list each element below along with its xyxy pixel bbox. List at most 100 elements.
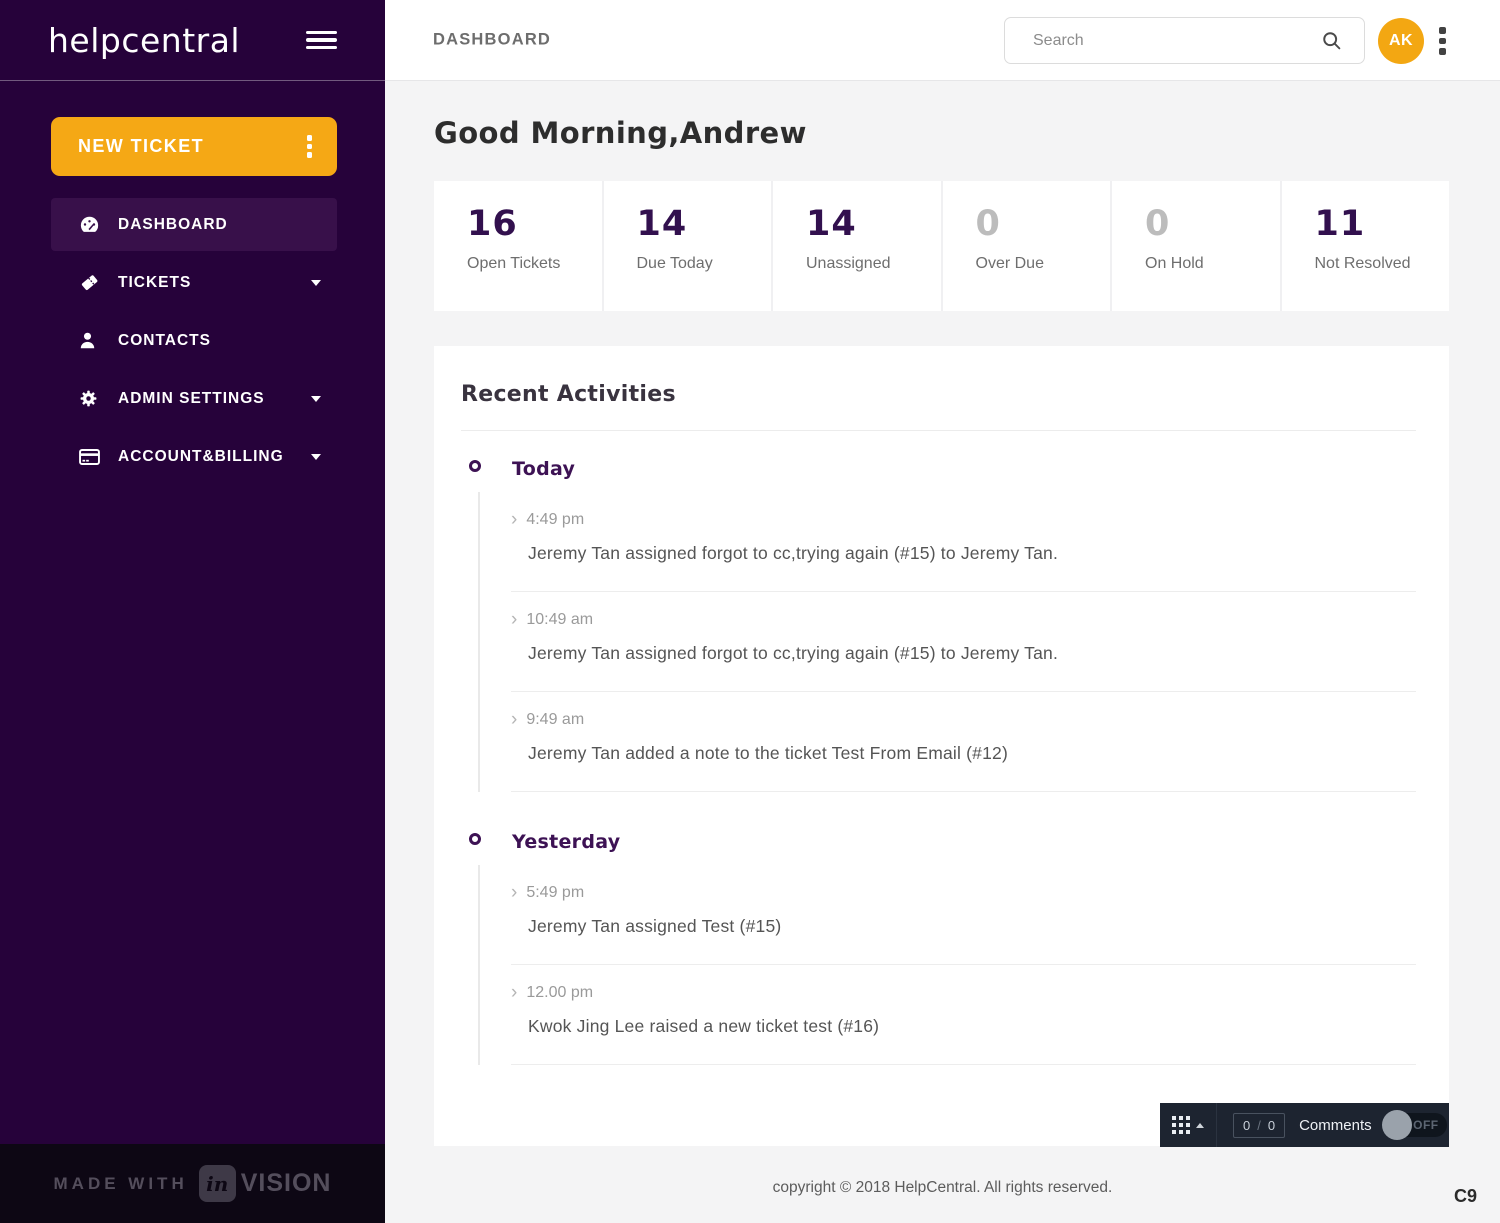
activity-time-row[interactable]: › 12.00 pm	[511, 983, 1416, 1002]
activity-item: › 10:49 am Jeremy Tan assigned forgot to…	[511, 592, 1416, 692]
sidebar-item-dashboard[interactable]: DASHBOARD	[51, 198, 337, 251]
sidebar: helpcentral NEW TICKET DASHBOARD	[0, 0, 385, 1144]
activity-item: › 5:49 pm Jeremy Tan assigned Test (#15)	[511, 865, 1416, 965]
chevron-right-icon: ›	[511, 710, 517, 729]
activity-text: Jeremy Tan assigned forgot to cc,trying …	[511, 643, 1416, 664]
person-icon	[79, 331, 103, 350]
stat-value: 0	[976, 207, 1111, 242]
activity-time: 4:49 pm	[526, 511, 584, 529]
sidebar-header: helpcentral	[0, 0, 385, 81]
activity-item: › 9:49 am Jeremy Tan added a note to the…	[511, 692, 1416, 792]
stat-label: Not Resolved	[1315, 255, 1450, 273]
comment-counter-current: 0	[1243, 1118, 1250, 1133]
sidebar-item-label: CONTACTS	[118, 332, 211, 350]
activity-time-row[interactable]: › 10:49 am	[511, 610, 1416, 629]
chevron-down-icon	[311, 396, 321, 402]
activity-time: 5:49 pm	[526, 884, 584, 902]
stat-value: 16	[467, 207, 602, 242]
stat-card-open-tickets[interactable]: 16 Open Tickets	[434, 181, 604, 311]
search-input[interactable]	[1005, 32, 1321, 50]
hamburger-menu-icon[interactable]	[306, 31, 337, 50]
timeline-ring-icon	[469, 833, 481, 845]
stat-card-due-today[interactable]: 14 Due Today	[604, 181, 774, 311]
topbar: DASHBOARD AK	[385, 0, 1500, 81]
divider	[1216, 1103, 1217, 1147]
recent-activities-panel: Recent Activities Today › 4:49 pm Jeremy…	[434, 346, 1449, 1146]
stat-value: 14	[637, 207, 772, 242]
stat-value: 0	[1145, 207, 1280, 242]
main-content: Good Morning,Andrew 16 Open Tickets 14 D…	[385, 81, 1500, 1223]
chevron-right-icon: ›	[511, 510, 517, 529]
activity-group-body: › 4:49 pm Jeremy Tan assigned forgot to …	[478, 492, 1416, 792]
stat-value: 11	[1315, 207, 1450, 242]
preview-toolbar: 0 / 0 Comments OFF	[1160, 1103, 1449, 1147]
stat-card-over-due[interactable]: 0 Over Due	[943, 181, 1113, 311]
activity-text: Jeremy Tan assigned Test (#15)	[511, 916, 1416, 937]
invision-in-glyph: in	[206, 1172, 228, 1196]
sidebar-item-admin-settings[interactable]: ADMIN SETTINGS	[51, 372, 337, 425]
panel-title: Recent Activities	[461, 382, 1416, 407]
stat-label: Due Today	[637, 255, 772, 273]
activity-group-yesterday: Yesterday › 5:49 pm Jeremy Tan assigned …	[461, 831, 1416, 1065]
toggle-knob[interactable]	[1382, 1110, 1412, 1140]
activity-time-row[interactable]: › 5:49 pm	[511, 883, 1416, 902]
avatar[interactable]: AK	[1378, 18, 1424, 64]
topbar-title: DASHBOARD	[433, 31, 551, 50]
sidebar-item-label: ACCOUNT&BILLING	[118, 448, 284, 466]
activity-time: 9:49 am	[526, 711, 584, 729]
activity-item: › 4:49 pm Jeremy Tan assigned forgot to …	[511, 492, 1416, 592]
search-icon[interactable]	[1321, 30, 1342, 51]
activity-item: › 12.00 pm Kwok Jing Lee raised a new ti…	[511, 965, 1416, 1065]
stat-value: 14	[806, 207, 941, 242]
chevron-down-icon	[311, 454, 321, 460]
stat-card-unassigned[interactable]: 14 Unassigned	[773, 181, 943, 311]
stat-card-not-resolved[interactable]: 11 Not Resolved	[1282, 181, 1450, 311]
app-logo[interactable]: helpcentral	[48, 21, 240, 60]
stat-label: Over Due	[976, 255, 1111, 273]
activity-time: 12.00 pm	[526, 984, 593, 1002]
chevron-right-icon: ›	[511, 610, 517, 629]
comments-toggle[interactable]: OFF	[1385, 1113, 1447, 1137]
greeting-heading: Good Morning,Andrew	[434, 116, 807, 150]
divider	[461, 430, 1416, 431]
activity-group-today: Today › 4:49 pm Jeremy Tan assigned forg…	[461, 458, 1416, 792]
sidebar-menu: DASHBOARD TICKETS CONTACT	[51, 198, 337, 488]
activity-time-row[interactable]: › 4:49 pm	[511, 510, 1416, 529]
kebab-menu-icon[interactable]	[307, 135, 313, 158]
sidebar-item-label: ADMIN SETTINGS	[118, 390, 265, 408]
sidebar-item-tickets[interactable]: TICKETS	[51, 256, 337, 309]
made-with-label: MADE WITH	[54, 1174, 188, 1194]
sidebar-item-contacts[interactable]: CONTACTS	[51, 314, 337, 367]
toggle-state-label: OFF	[1413, 1118, 1439, 1132]
search-box	[1004, 17, 1365, 64]
timeline-ring-icon	[469, 460, 481, 472]
comments-label: Comments	[1299, 1117, 1372, 1134]
comment-counter-total: 0	[1268, 1118, 1275, 1133]
dashboard-icon	[79, 215, 103, 234]
copyright-text: copyright © 2018 HelpCentral. All rights…	[385, 1179, 1500, 1197]
activity-group-body: › 5:49 pm Jeremy Tan assigned Test (#15)…	[478, 865, 1416, 1065]
grid-view-button[interactable]	[1160, 1103, 1216, 1147]
grid-icon	[1172, 1116, 1191, 1135]
card-icon	[79, 448, 103, 466]
stats-row: 16 Open Tickets 14 Due Today 14 Unassign…	[434, 181, 1449, 311]
chevron-right-icon: ›	[511, 883, 517, 902]
invision-wordmark: VISION	[241, 1169, 332, 1198]
activity-time-row[interactable]: › 9:49 am	[511, 710, 1416, 729]
activity-text: Jeremy Tan assigned forgot to cc,trying …	[511, 543, 1416, 564]
activity-text: Jeremy Tan added a note to the ticket Te…	[511, 743, 1416, 764]
ticket-icon	[79, 272, 103, 293]
comment-counter: 0 / 0	[1233, 1113, 1285, 1138]
chevron-right-icon: ›	[511, 983, 517, 1002]
stat-label: Open Tickets	[467, 255, 602, 273]
overflow-menu-icon[interactable]	[1439, 27, 1446, 55]
gear-icon	[79, 389, 103, 408]
stat-card-on-hold[interactable]: 0 On Hold	[1112, 181, 1282, 311]
sidebar-item-account-billing[interactable]: ACCOUNT&BILLING	[51, 430, 337, 483]
activity-group-label: Today	[512, 458, 575, 480]
sidebar-item-label: DASHBOARD	[118, 216, 228, 234]
new-ticket-button[interactable]: NEW TICKET	[51, 117, 337, 176]
activity-group-label: Yesterday	[512, 831, 620, 853]
chevron-down-icon	[311, 280, 321, 286]
caret-up-icon	[1196, 1123, 1204, 1128]
